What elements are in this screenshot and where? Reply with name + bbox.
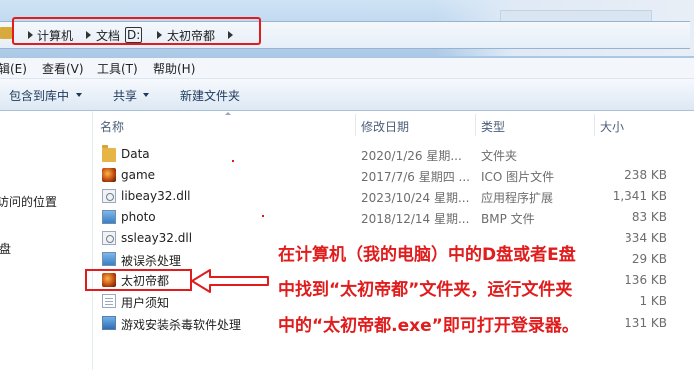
- file-name[interactable]: 游戏安装杀毒软件处理: [121, 316, 241, 333]
- column-divider[interactable]: [594, 114, 595, 136]
- file-date: 2023/10/24 星期...: [361, 191, 470, 205]
- dll-icon: [102, 189, 116, 203]
- sort-indicator-icon: [225, 112, 231, 115]
- nav-recent-places[interactable]: 访问的位置: [0, 193, 57, 210]
- annotation-line: 中的“太初帝都.exe”即可打开登录器。: [278, 316, 579, 336]
- red-mark: [262, 215, 264, 217]
- document-icon: [102, 294, 116, 308]
- file-size: 83 KB: [631, 210, 667, 224]
- folder-icon: [0, 27, 12, 39]
- column-divider[interactable]: [355, 114, 356, 136]
- red-mark: [232, 160, 234, 162]
- column-header-name[interactable]: 名称: [100, 118, 124, 135]
- file-name[interactable]: photo: [121, 210, 156, 224]
- column-header-size[interactable]: 大小: [600, 118, 624, 135]
- dll-icon: [102, 231, 116, 245]
- navigation-pane: [0, 111, 93, 370]
- menu-help[interactable]: 帮助(H): [153, 60, 195, 77]
- file-highlight-box: [85, 269, 192, 291]
- folder-icon: [102, 145, 116, 162]
- file-date: 2018/12/14 星期...: [361, 212, 470, 226]
- column-header-date[interactable]: 修改日期: [361, 118, 409, 135]
- file-type: 文件夹: [481, 149, 518, 163]
- image-icon: [102, 210, 116, 224]
- nav-local-disk[interactable]: 盘: [0, 240, 11, 257]
- file-size: 238 KB: [624, 168, 667, 182]
- column-header-type[interactable]: 类型: [481, 118, 505, 135]
- annotation-line: 中找到“太初帝都”文件夹，运行文件夹: [278, 280, 573, 300]
- file-name[interactable]: 被误杀处理: [121, 252, 181, 269]
- pointer-arrow-icon: [191, 269, 269, 293]
- file-date: 2017/7/6 星期四 ...: [361, 170, 470, 184]
- image-icon: [102, 252, 116, 266]
- dropdown-arrow-icon[interactable]: [76, 93, 82, 97]
- menu-edit[interactable]: 编辑(E): [0, 60, 27, 77]
- annotation-line: 在计算机（我的电脑）中的D盘或者E盘: [278, 245, 576, 265]
- file-name[interactable]: game: [121, 168, 155, 182]
- address-highlight-box: [12, 17, 261, 45]
- dropdown-arrow-icon[interactable]: [143, 93, 149, 97]
- file-name[interactable]: ssleay32.dll: [121, 231, 192, 245]
- column-divider[interactable]: [475, 114, 476, 136]
- file-size: 1,341 KB: [612, 189, 667, 203]
- application-icon: [102, 316, 116, 330]
- file-date: 2020/1/26 星期...: [361, 149, 462, 163]
- file-type: 应用程序扩展: [481, 191, 554, 205]
- menu-view[interactable]: 查看(V): [42, 60, 84, 77]
- new-folder-button[interactable]: 新建文件夹: [180, 87, 240, 104]
- file-name[interactable]: 用户须知: [121, 294, 169, 311]
- share-button[interactable]: 共享: [113, 87, 137, 104]
- file-type: ICO 图片文件: [481, 170, 555, 184]
- game-icon: [102, 168, 116, 182]
- command-bar: [0, 79, 694, 111]
- file-type: BMP 文件: [481, 212, 535, 226]
- file-name[interactable]: libeay32.dll: [121, 189, 191, 203]
- include-library-button[interactable]: 包含到库中: [9, 87, 69, 104]
- file-name[interactable]: Data: [121, 147, 150, 161]
- menu-tools[interactable]: 工具(T): [97, 60, 138, 77]
